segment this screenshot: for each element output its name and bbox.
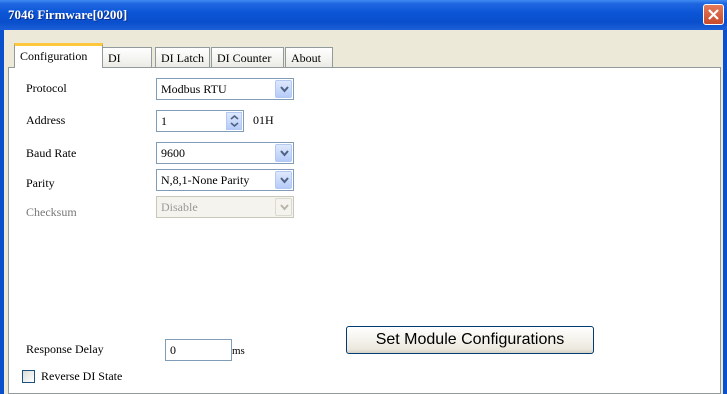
parity-value: N,8,1-None Parity <box>161 173 250 187</box>
baud-rate-select[interactable]: 9600 <box>156 142 294 164</box>
address-value: 1 <box>161 114 167 128</box>
address-spin-buttons[interactable] <box>226 112 242 130</box>
protocol-label: Protocol <box>26 81 67 95</box>
close-icon <box>708 9 719 20</box>
baud-rate-label: Baud Rate <box>26 146 77 160</box>
checksum-select: Disable <box>156 196 294 218</box>
tab-configuration[interactable]: Configuration <box>14 43 103 68</box>
protocol-dropdown-button[interactable] <box>275 80 292 98</box>
parity-dropdown-button[interactable] <box>275 171 292 189</box>
window-frame-left <box>0 30 4 394</box>
response-delay-input[interactable]: 0 <box>165 339 232 361</box>
address-label: Address <box>26 113 66 127</box>
checksum-value: Disable <box>161 200 198 214</box>
chevron-down-icon <box>280 150 289 157</box>
parity-label: Parity <box>26 176 55 190</box>
response-delay-label: Response Delay <box>26 342 104 356</box>
close-button[interactable] <box>703 4 724 25</box>
checksum-label: Checksum <box>26 205 77 219</box>
tab-about[interactable]: About <box>285 47 333 67</box>
reverse-di-checkbox[interactable] <box>22 370 35 383</box>
chevron-down-icon <box>280 204 289 211</box>
tab-di-latch[interactable]: DI Latch <box>155 47 210 67</box>
response-delay-value: 0 <box>170 343 176 357</box>
reverse-di-label: Reverse DI State <box>41 369 123 383</box>
tab-di[interactable]: DI <box>102 47 152 67</box>
chevron-down-icon <box>280 86 289 93</box>
window-frame-right <box>723 30 727 394</box>
set-module-configurations-button[interactable]: Set Module Configurations <box>346 326 594 354</box>
window-title: 7046 Firmware[0200] <box>8 7 128 22</box>
address-hex: 01H <box>253 113 274 127</box>
protocol-select[interactable]: Modbus RTU <box>156 78 294 100</box>
parity-select[interactable]: N,8,1-None Parity <box>156 169 294 191</box>
tab-di-counter[interactable]: DI Counter <box>211 47 284 67</box>
checksum-dropdown-button <box>275 198 292 216</box>
response-delay-unit: ms <box>232 345 245 357</box>
baud-rate-dropdown-button[interactable] <box>275 144 292 162</box>
protocol-value: Modbus RTU <box>161 82 227 96</box>
chevron-down-icon <box>280 177 289 184</box>
baud-rate-value: 9600 <box>161 146 185 160</box>
up-down-arrows-icon <box>230 114 239 128</box>
address-spinner[interactable]: 1 <box>156 110 244 132</box>
title-bar: 7046 Firmware[0200] <box>0 0 727 30</box>
